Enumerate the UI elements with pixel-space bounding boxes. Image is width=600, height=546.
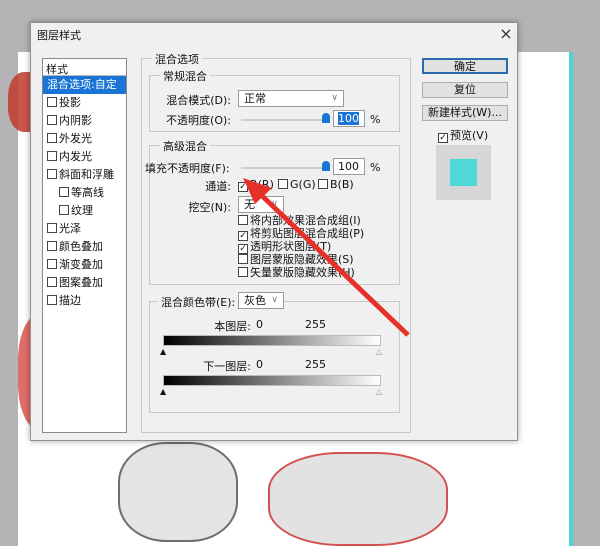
arrow-shaft [256,190,410,337]
annotation-arrow [243,178,410,337]
